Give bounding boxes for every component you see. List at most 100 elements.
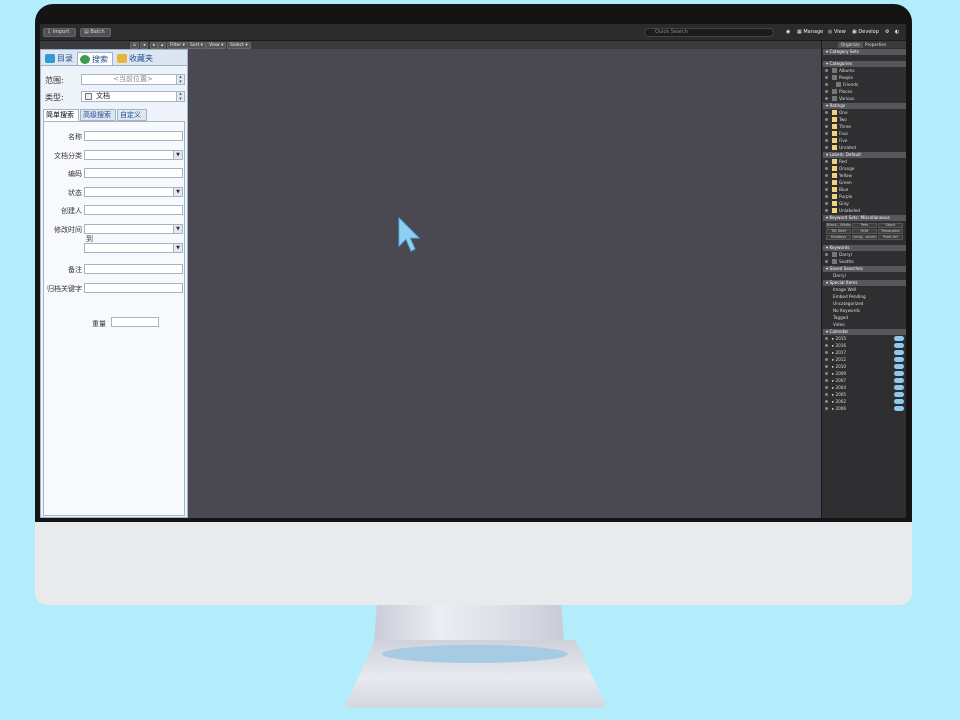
- keyword-set-button[interactable]: Pixel Art: [878, 235, 903, 240]
- calendar-year-item[interactable]: ▸ 2005: [823, 391, 906, 398]
- spinner-icon[interactable]: ▴ ▾: [176, 92, 184, 101]
- keyword-set-button[interactable]: Holidays: [826, 235, 851, 240]
- list-item[interactable]: Three: [823, 123, 906, 130]
- back-icon[interactable]: ◂: [140, 42, 149, 49]
- calendar-year-item[interactable]: ▸ 2006: [823, 405, 906, 412]
- calendar-year-item[interactable]: ▸ 2015: [823, 335, 906, 342]
- doc-category-select[interactable]: ▼: [84, 150, 183, 160]
- help-icon[interactable]: ◉: [786, 28, 790, 37]
- star-icon: [832, 124, 837, 129]
- eye-icon: [825, 195, 828, 198]
- calendar-year-item[interactable]: ▸ 2010: [823, 363, 906, 370]
- quick-search-input[interactable]: Quick Search: [644, 28, 774, 37]
- calendar-year-item[interactable]: ▸ 2004: [823, 384, 906, 391]
- sort-button[interactable]: Sort ▾: [187, 42, 206, 49]
- list-item[interactable]: Various: [823, 95, 906, 102]
- list-item[interactable]: People: [823, 74, 906, 81]
- list-item[interactable]: Video: [823, 321, 906, 328]
- keyword-set-button[interactable]: Tilt Shift: [826, 229, 851, 234]
- develop-mode-button[interactable]: ▣ Develop: [852, 28, 879, 37]
- list-item[interactable]: Yellow: [823, 172, 906, 179]
- import-button[interactable]: ⇩ Import: [43, 28, 76, 37]
- calendar-year-item[interactable]: ▸ 2017: [823, 349, 906, 356]
- list-item[interactable]: Gray: [823, 200, 906, 207]
- list-item[interactable]: Places: [823, 88, 906, 95]
- tab-simple-search[interactable]: 简单搜索: [43, 109, 79, 121]
- keyword-set-button[interactable]: HDR: [852, 229, 877, 234]
- list-item[interactable]: Seattle: [823, 258, 906, 265]
- list-item[interactable]: Red: [823, 158, 906, 165]
- status-select[interactable]: ▼: [84, 187, 183, 197]
- scope-select[interactable]: <当前位置> ▴ ▾: [81, 74, 185, 85]
- creator-input[interactable]: [84, 205, 183, 215]
- count-badge: [894, 378, 904, 383]
- remark-input[interactable]: [84, 264, 183, 274]
- list-item[interactable]: Orange: [823, 165, 906, 172]
- list-item[interactable]: Unlabeled: [823, 207, 906, 214]
- tab-advanced-search[interactable]: 高级搜索: [80, 109, 116, 121]
- list-item[interactable]: One: [823, 109, 906, 116]
- tab-favorites[interactable]: 收藏夹: [115, 52, 159, 65]
- calendar-year-item[interactable]: ▸ 2002: [823, 398, 906, 405]
- code-input[interactable]: [84, 168, 183, 178]
- eye-icon: [825, 76, 828, 79]
- view-mode-button[interactable]: ◎ View: [828, 28, 846, 37]
- archive-keyword-input[interactable]: [84, 283, 183, 293]
- tab-properties[interactable]: Properties: [862, 42, 889, 48]
- visibility-icon[interactable]: ◐: [895, 28, 899, 37]
- home-icon[interactable]: ⌂: [130, 42, 139, 49]
- list-item[interactable]: Green: [823, 179, 906, 186]
- spinner-icon[interactable]: ▴ ▾: [176, 75, 184, 84]
- list-item[interactable]: Purple: [823, 193, 906, 200]
- keyword-set-button[interactable]: Stock: [878, 223, 903, 228]
- filter-button[interactable]: Filter ▾: [167, 42, 188, 49]
- list-item[interactable]: Two: [823, 116, 906, 123]
- app-toolbar: ⇩ Import ▤ Batch Quick Search ◉ ▦ Manage…: [40, 24, 906, 41]
- list-item[interactable]: Blue: [823, 186, 906, 193]
- select-button[interactable]: Select ▾: [227, 42, 251, 49]
- document-icon: [85, 93, 92, 100]
- weight-input[interactable]: [111, 317, 159, 327]
- list-item[interactable]: Image Well: [823, 286, 906, 293]
- simple-search-form: 名称 文档分类 ▼ 编码 状态 ▼ 创建人 修改时间 ▼ 到 ▼ 备注 归档关键…: [43, 121, 185, 516]
- panel-tabs: 目录 搜索 收藏夹: [41, 50, 187, 65]
- list-item[interactable]: Darryl: [823, 251, 906, 258]
- list-item[interactable]: Four: [823, 130, 906, 137]
- keyword-set-button[interactable]: Black...White: [826, 223, 851, 228]
- list-item[interactable]: Five: [823, 137, 906, 144]
- calendar-year-item[interactable]: ▸ 2012: [823, 356, 906, 363]
- keyword-sets-header[interactable]: ▾ Keyword Sets: Miscellaneous: [823, 215, 906, 221]
- tab-custom[interactable]: 自定义: [117, 109, 147, 121]
- settings-icon[interactable]: ⚙: [885, 28, 889, 37]
- eye-icon: [825, 260, 828, 263]
- keyword-set-button[interactable]: Long...osure: [852, 235, 877, 240]
- list-item[interactable]: Unrated: [823, 144, 906, 151]
- modified-time-to-select[interactable]: ▼: [84, 243, 183, 253]
- calendar-year-item[interactable]: ▸ 2016: [823, 342, 906, 349]
- star-icon: [832, 110, 837, 115]
- list-item[interactable]: Embed Pending: [823, 293, 906, 300]
- type-select[interactable]: 文档 ▴ ▾: [81, 91, 185, 102]
- name-input[interactable]: [84, 131, 183, 141]
- up-icon[interactable]: ▴: [158, 42, 167, 49]
- manage-mode-button[interactable]: ▦ Manage: [797, 28, 823, 37]
- list-item[interactable]: Tagged: [823, 314, 906, 321]
- calendar-year-item[interactable]: ▸ 2007: [823, 377, 906, 384]
- list-item[interactable]: No Keywords: [823, 307, 906, 314]
- list-item[interactable]: Albums: [823, 67, 906, 74]
- batch-button[interactable]: ▤ Batch: [80, 28, 111, 37]
- list-item[interactable]: Uncategorized: [823, 300, 906, 307]
- category-sets-header[interactable]: ▾ Category Sets: [823, 49, 906, 55]
- tab-catalog[interactable]: 目录: [43, 52, 76, 65]
- view-button[interactable]: View ▾: [206, 42, 227, 49]
- tab-organize[interactable]: Organize: [838, 42, 863, 48]
- calendar-year-item[interactable]: ▸ 2009: [823, 370, 906, 377]
- category-icon: [832, 68, 837, 73]
- list-item[interactable]: Friends: [823, 81, 906, 88]
- tab-search[interactable]: 搜索: [77, 52, 113, 65]
- list-item[interactable]: Darryl: [823, 272, 906, 279]
- modified-time-from-select[interactable]: ▼: [84, 224, 183, 234]
- keyword-set-button[interactable]: Pets: [852, 223, 877, 228]
- keyword-set-button[interactable]: Panorama: [878, 229, 903, 234]
- monitor-chin: [35, 522, 912, 605]
